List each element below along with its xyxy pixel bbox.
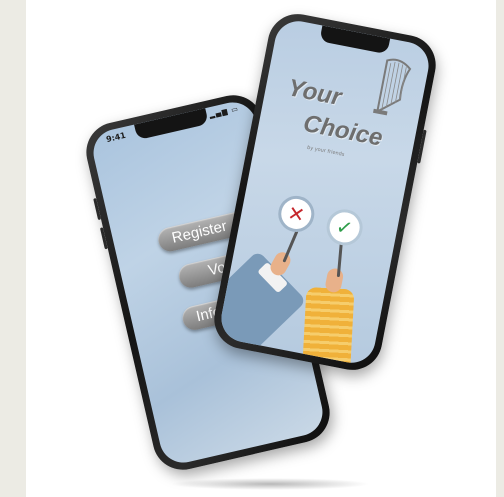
status-signal-battery-icon: ▂▄▆ ▭	[208, 104, 240, 120]
title-your: Your	[285, 74, 344, 112]
reject-glyph: ✕	[285, 200, 307, 228]
phone-notch	[319, 25, 390, 55]
approve-check-icon[interactable]: ✓	[323, 206, 366, 249]
subtitle: by your friends	[306, 144, 345, 158]
harp-icon	[373, 58, 412, 116]
reject-x-icon[interactable]: ✕	[275, 192, 318, 236]
status-time: 9:41	[105, 130, 127, 145]
right-arm-sweater-illustration	[301, 286, 355, 367]
approve-glyph: ✓	[334, 214, 356, 241]
floor-shadow	[170, 478, 370, 490]
